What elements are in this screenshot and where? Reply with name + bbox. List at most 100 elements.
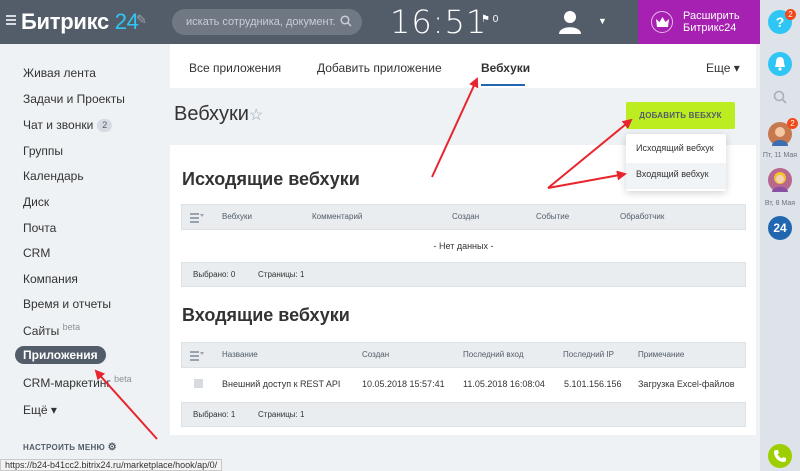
menu-item-label: Задачи и Проекты bbox=[23, 92, 125, 106]
add-webhook-dropdown: Исходящий вебхук Входящий вебхук bbox=[626, 134, 726, 191]
user-avatar-icon[interactable] bbox=[559, 10, 581, 34]
cell-name[interactable]: Внешний доступ к REST API bbox=[222, 379, 340, 389]
pages-count: Страницы: 1 bbox=[258, 270, 305, 279]
selected-count: Выбрано: 1 bbox=[193, 410, 236, 419]
bell-icon bbox=[775, 57, 785, 71]
page-title: Вебхуки bbox=[174, 103, 249, 125]
menu-item-crm[interactable]: CRM bbox=[23, 246, 50, 260]
menu-item-more[interactable]: Ещё ▾ bbox=[23, 403, 57, 417]
outgoing-grid-footer: Выбрано: 0 Страницы: 1 bbox=[181, 262, 746, 287]
selected-count: Выбрано: 0 bbox=[193, 270, 236, 279]
add-webhook-button[interactable]: ДОБАВИТЬ ВЕБХУК bbox=[626, 102, 735, 129]
column-header[interactable]: Комментарий bbox=[312, 212, 362, 221]
search-box bbox=[172, 9, 362, 35]
column-header[interactable]: Событие bbox=[536, 212, 569, 221]
menu-item-applications[interactable]: Приложения bbox=[15, 346, 106, 364]
menu-item-time-reports[interactable]: Время и отчеты bbox=[23, 297, 111, 311]
contact-avatar[interactable] bbox=[768, 168, 792, 192]
menu-item-mail[interactable]: Почта bbox=[23, 221, 56, 235]
grid-settings-icon[interactable] bbox=[190, 351, 204, 361]
section-title-incoming: Входящие вебхуки bbox=[182, 305, 350, 325]
tab-add-app[interactable]: Добавить приложение bbox=[317, 61, 442, 75]
notifications-button[interactable] bbox=[768, 52, 792, 76]
configure-menu-button[interactable]: НАСТРОИТЬ МЕНЮ ⚙ bbox=[23, 442, 117, 453]
chevron-down-icon[interactable]: ▼ bbox=[598, 16, 607, 26]
cell-last-login: 11.05.2018 16:08:04 bbox=[463, 379, 545, 389]
search-input[interactable] bbox=[186, 9, 336, 35]
upgrade-label: Расширить Битрикс24 bbox=[683, 10, 740, 34]
menu-item-calendar[interactable]: Календарь bbox=[23, 169, 84, 183]
person-icon bbox=[772, 172, 788, 192]
pages-count: Страницы: 1 bbox=[258, 410, 305, 419]
column-header[interactable]: Последний вход bbox=[463, 350, 524, 359]
beta-label: beta bbox=[114, 374, 132, 384]
contact-badge: 2 bbox=[787, 118, 798, 129]
menu-item-label: Почта bbox=[23, 221, 57, 235]
column-header[interactable]: Последний IP bbox=[563, 350, 614, 359]
logo-brand: Битрикс bbox=[21, 9, 109, 34]
configure-menu-label: НАСТРОИТЬ МЕНЮ bbox=[23, 443, 106, 452]
column-header[interactable]: Создан bbox=[362, 350, 389, 359]
search-icon[interactable] bbox=[340, 15, 352, 27]
column-header[interactable]: Обработчик bbox=[620, 212, 664, 221]
column-header[interactable]: Название bbox=[222, 350, 258, 359]
column-header[interactable]: Создан bbox=[452, 212, 479, 221]
tab-webhooks[interactable]: Вебхуки bbox=[481, 61, 530, 75]
clock[interactable]: 16:51 bbox=[390, 3, 487, 41]
flag-icon: ⚑ bbox=[481, 14, 490, 25]
star-icon[interactable]: ☆ bbox=[249, 105, 263, 125]
menu-item-crm-marketing[interactable]: CRM-маркетинг beta bbox=[23, 374, 132, 390]
status-bar-url: https://b24-b41cc2.bitrix24.ru/marketpla… bbox=[0, 459, 223, 471]
flag-count: 0 bbox=[492, 14, 499, 25]
menu-item-company[interactable]: Компания bbox=[23, 272, 78, 286]
gear-icon: ⚙ bbox=[107, 442, 117, 453]
menu-item-sites[interactable]: Сайты beta bbox=[23, 322, 80, 338]
edit-pencil-icon[interactable]: ✎ bbox=[136, 12, 147, 28]
incoming-grid-header: Название Создан Последний вход Последний… bbox=[181, 342, 746, 368]
tab-all-apps[interactable]: Все приложения bbox=[189, 61, 281, 75]
phone-icon bbox=[774, 450, 786, 462]
menu-item-label: Календарь bbox=[23, 169, 84, 183]
phone-button[interactable] bbox=[768, 444, 792, 468]
menu-item-label: Ещё ▾ bbox=[23, 403, 57, 417]
dropdown-item-outgoing[interactable]: Исходящий вебхук bbox=[636, 143, 714, 153]
cell-note: Загрузка Excel-файлов bbox=[638, 379, 735, 389]
menu-item-label: Чат и звонки bbox=[23, 118, 94, 132]
contact-date: Вт, 8 Мая bbox=[764, 200, 796, 207]
section-title-outgoing: Исходящие вебхуки bbox=[182, 169, 360, 189]
flag-counter[interactable]: ⚑ 0 bbox=[481, 14, 498, 25]
cell-created: 10.05.2018 15:57:41 bbox=[362, 379, 445, 389]
beta-label: beta bbox=[62, 322, 81, 332]
row-checkbox[interactable] bbox=[194, 379, 203, 388]
menu-item-disk[interactable]: Диск bbox=[23, 195, 49, 209]
menu-item-label: Компания bbox=[23, 272, 78, 286]
outgoing-grid-header: Вебхуки Комментарий Создан Событие Обраб… bbox=[181, 204, 746, 230]
menu-item-live-feed[interactable]: Живая лента bbox=[23, 66, 96, 80]
incoming-grid-footer: Выбрано: 1 Страницы: 1 bbox=[181, 402, 746, 427]
cell-last-ip: 5.101.156.156 bbox=[564, 379, 622, 389]
chat-counter-badge: 2 bbox=[97, 119, 113, 132]
right-rail: ? 2 2 Пт, 11 Мая Вт, 8 Мая 24 bbox=[760, 0, 800, 471]
menu-item-label: Группы bbox=[23, 144, 63, 158]
search-icon[interactable] bbox=[773, 90, 787, 104]
empty-state: - Нет данных - bbox=[433, 241, 494, 251]
menu-item-groups[interactable]: Группы bbox=[23, 144, 63, 158]
menu-item-tasks[interactable]: Задачи и Проекты bbox=[23, 92, 125, 106]
top-header: Битрикс 24 ✎ 16:51 ⚑ 0 ▼ Расширить Битри… bbox=[0, 0, 760, 44]
grid-settings-icon[interactable] bbox=[190, 213, 204, 223]
menu-item-label: CRM bbox=[23, 246, 51, 260]
menu-burger-icon[interactable] bbox=[6, 15, 16, 25]
column-header[interactable]: Вебхуки bbox=[222, 212, 252, 221]
menu-item-chat[interactable]: Чат и звонки 2 bbox=[23, 118, 113, 132]
help-badge: 2 bbox=[785, 9, 796, 20]
menu-item-label: CRM-маркетинг bbox=[23, 376, 111, 390]
more-tabs-button[interactable]: Еще ▾ bbox=[706, 61, 740, 75]
app-logo[interactable]: Битрикс 24 bbox=[21, 9, 139, 35]
dropdown-item-incoming[interactable]: Входящий вебхук bbox=[636, 169, 709, 179]
contact-date: Пт, 11 Мая bbox=[762, 152, 798, 159]
active-tab-underline bbox=[481, 84, 525, 86]
upgrade-button[interactable]: Расширить Битрикс24 bbox=[638, 0, 760, 44]
menu-item-label: Диск bbox=[23, 195, 50, 209]
bitrix24-network-button[interactable]: 24 bbox=[768, 216, 792, 240]
column-header[interactable]: Примечание bbox=[638, 350, 684, 359]
